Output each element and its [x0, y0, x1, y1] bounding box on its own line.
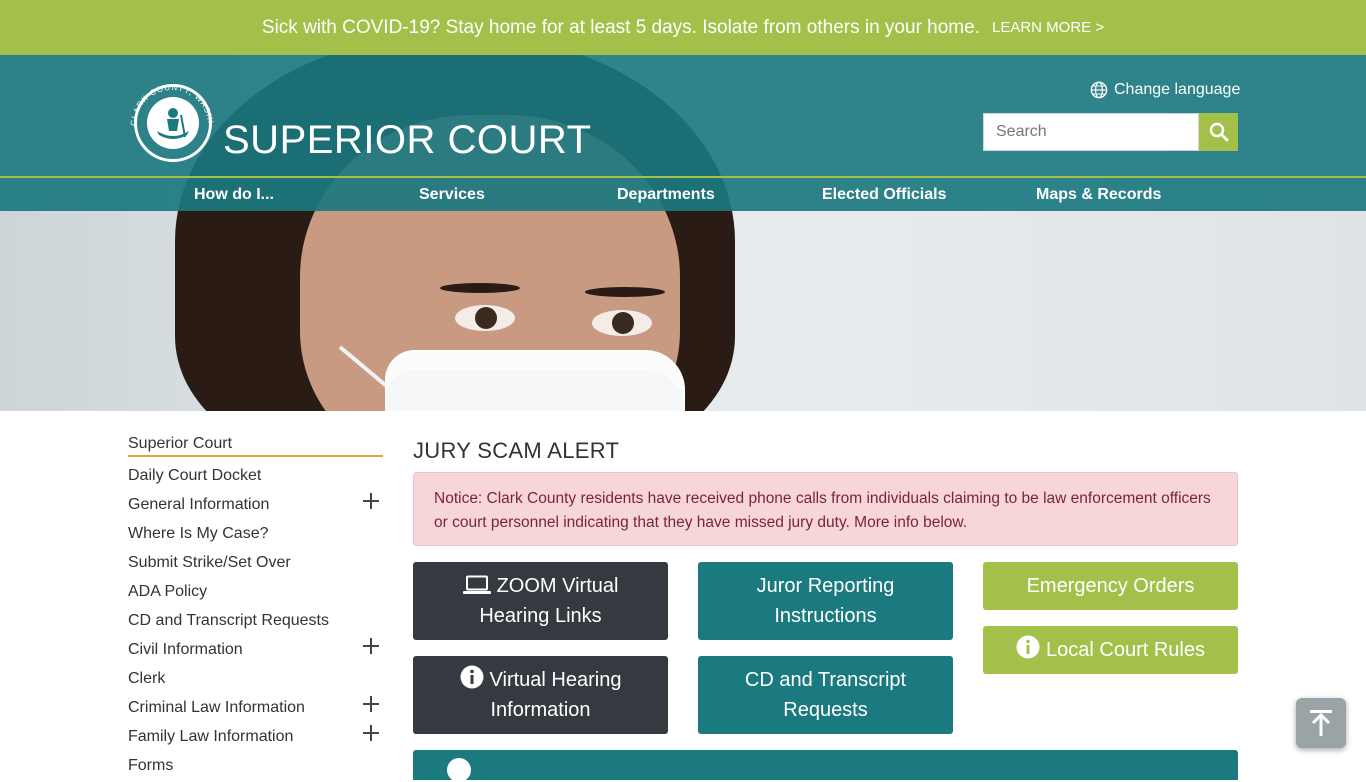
sidebar-item-label: CD and Transcript Requests [128, 611, 329, 629]
expand-plus-icon[interactable] [363, 725, 379, 741]
sidebar-nav: Superior Court Daily Court Docket Genera… [128, 432, 383, 780]
sidebar-item-cd-transcript[interactable]: CD and Transcript Requests [128, 606, 383, 635]
sidebar-item-label: Forms [128, 756, 174, 774]
sidebar-item-forms[interactable]: Forms [128, 751, 383, 780]
arrow-up-to-top-icon [1310, 710, 1332, 736]
sidebar-item-daily-court-docket[interactable]: Daily Court Docket [128, 461, 383, 490]
bottom-banner[interactable] [413, 750, 1238, 782]
sidebar-item-label: Submit Strike/Set Over [128, 553, 291, 571]
nav-services[interactable]: Services [419, 186, 485, 204]
cd-transcript-button[interactable]: CD and Transcript Requests [698, 656, 953, 734]
globe-icon [1090, 81, 1108, 99]
sidebar-item-superior-court[interactable]: Superior Court [128, 432, 383, 457]
change-language-label: Change language [1114, 81, 1241, 98]
laptop-icon [462, 575, 491, 594]
sidebar-item-family-law[interactable]: Family Law Information [128, 722, 383, 751]
site-title[interactable]: SUPERIOR COURT [223, 118, 592, 163]
logo-ring-text: CLARK COUNTY, WASHINGTON [120, 67, 220, 172]
virtual-hearing-info-button[interactable]: Virtual Hearing Information [413, 656, 668, 734]
emergency-orders-button[interactable]: Emergency Orders [983, 562, 1238, 610]
sidebar-item-label: Family Law Information [128, 727, 294, 745]
zoom-virtual-hearing-button[interactable]: ZOOM Virtual Hearing Links [413, 562, 668, 640]
emergency-button-label: Emergency Orders [1026, 575, 1195, 597]
juror-reporting-button[interactable]: Juror Reporting Instructions [698, 562, 953, 640]
sidebar-item-civil-information[interactable]: Civil Information [128, 635, 383, 664]
virtual-button-label: Virtual Hearing Information [489, 669, 622, 721]
nav-departments[interactable]: Departments [617, 186, 715, 204]
learn-more-link[interactable]: LEARN MORE > [992, 19, 1104, 36]
sidebar-item-label: General Information [128, 495, 270, 513]
search-icon [1209, 122, 1228, 142]
scam-notice: Notice: Clark County residents have rece… [413, 472, 1238, 546]
sidebar-item-submit-strike[interactable]: Submit Strike/Set Over [128, 548, 383, 577]
sidebar-item-ada-policy[interactable]: ADA Policy [128, 577, 383, 606]
page-title: JURY SCAM ALERT [413, 438, 620, 463]
nav-elected-officials[interactable]: Elected Officials [822, 186, 947, 204]
local-court-rules-button[interactable]: Local Court Rules [983, 626, 1238, 674]
badge-icon [447, 758, 471, 782]
search-input[interactable] [984, 114, 1198, 150]
nav-how-do-i[interactable]: How do I... [194, 186, 274, 204]
nav-maps-records[interactable]: Maps & Records [1036, 186, 1161, 204]
sidebar-item-label: Civil Information [128, 640, 243, 658]
sidebar-item-label: Clerk [128, 669, 166, 687]
sidebar-item-clerk[interactable]: Clerk [128, 664, 383, 693]
sidebar-item-where-is-my-case[interactable]: Where Is My Case? [128, 519, 383, 548]
change-language-button[interactable]: Change language [1090, 81, 1240, 99]
expand-plus-icon[interactable] [363, 638, 379, 654]
svg-text:CLARK COUNTY, WASHINGTON: CLARK COUNTY, WASHINGTON [124, 74, 215, 126]
search-button[interactable] [1199, 113, 1238, 151]
sidebar-item-general-information[interactable]: General Information [128, 490, 383, 519]
info-icon [460, 665, 484, 689]
main-nav: How do I... Services Departments Elected… [0, 176, 1366, 211]
sidebar-item-label: ADA Policy [128, 582, 208, 600]
expand-plus-icon[interactable] [363, 493, 379, 509]
covid-alert-bar: Sick with COVID-19? Stay home for at lea… [0, 0, 1366, 55]
sidebar-item-criminal-law[interactable]: Criminal Law Information [128, 693, 383, 722]
info-icon [1016, 635, 1040, 659]
back-to-top-button[interactable] [1296, 698, 1346, 748]
search-field [983, 113, 1199, 151]
face-mask [385, 350, 685, 411]
sidebar-item-label: Superior Court [128, 434, 233, 452]
sidebar-item-label: Criminal Law Information [128, 698, 305, 716]
cd-button-label: CD and Transcript Requests [744, 669, 907, 721]
local-rules-button-label: Local Court Rules [1046, 639, 1205, 661]
juror-button-label: Juror Reporting Instructions [756, 575, 895, 627]
covid-alert-message: Sick with COVID-19? Stay home for at lea… [261, 16, 980, 38]
sidebar-item-label: Where Is My Case? [128, 524, 269, 542]
expand-plus-icon[interactable] [363, 696, 379, 712]
zoom-button-label: ZOOM Virtual Hearing Links [479, 575, 619, 627]
sidebar-item-label: Daily Court Docket [128, 466, 262, 484]
